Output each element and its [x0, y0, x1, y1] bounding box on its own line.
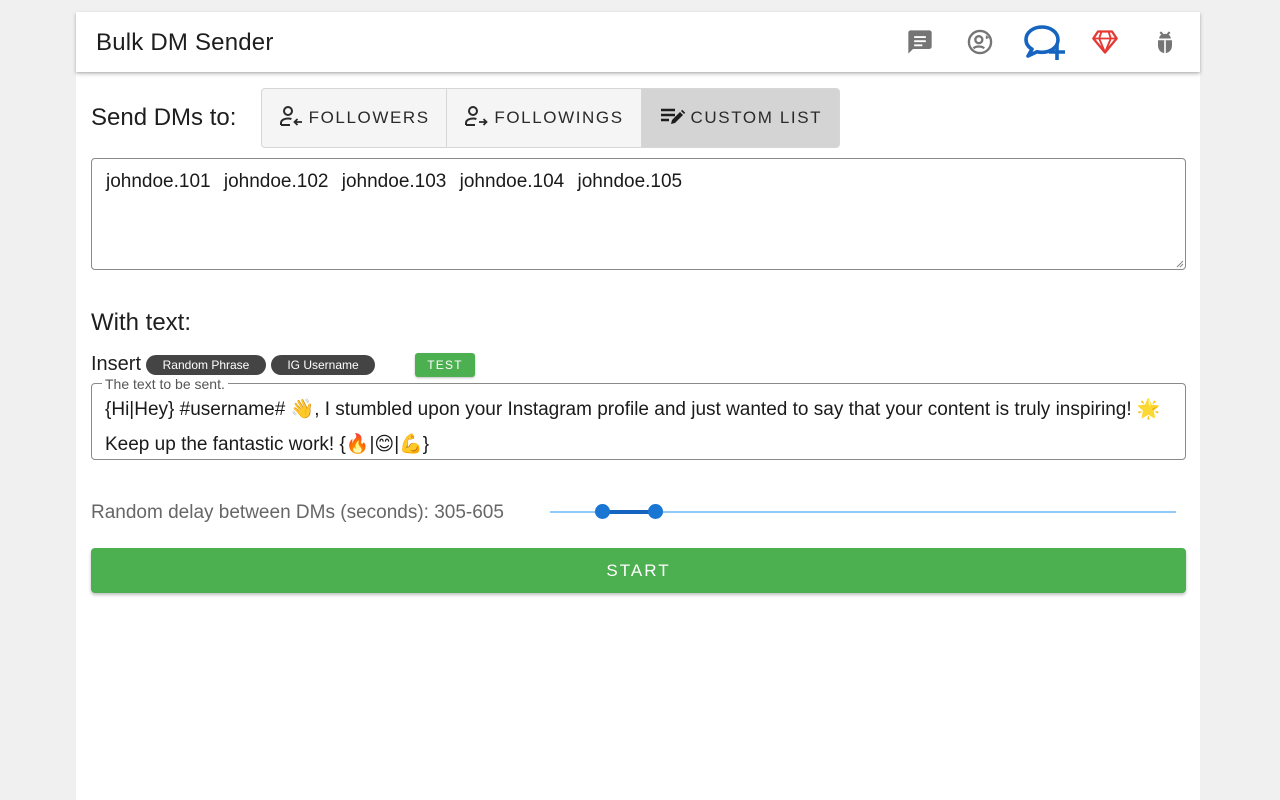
message-plus-icon[interactable]: [1020, 20, 1068, 68]
app-bar: Bulk DM Sender: [76, 12, 1200, 72]
app-title: Bulk DM Sender: [96, 29, 274, 56]
custom-list-input[interactable]: [91, 158, 1186, 270]
resize-grip-icon[interactable]: [1176, 260, 1184, 268]
followings-toggle[interactable]: FOLLOWINGS: [447, 89, 642, 147]
bug-icon[interactable]: [1149, 26, 1181, 58]
followings-label: FOLLOWINGS: [494, 108, 624, 127]
playlist-edit-icon: [659, 104, 687, 133]
account-arrow-right-icon: [464, 104, 490, 133]
custom-list-label: CUSTOM LIST: [690, 108, 823, 127]
account-arrow-left-icon: [279, 104, 305, 133]
start-button[interactable]: START: [91, 548, 1186, 593]
message-field-label: The text to be sent.: [102, 376, 228, 392]
random-phrase-chip[interactable]: Random Phrase: [146, 355, 266, 375]
diamond-icon[interactable]: [1089, 26, 1121, 58]
followers-label: FOLLOWERS: [308, 108, 430, 127]
recipient-toggle-group: FOLLOWERS FOLLOWINGS CUSTOM LIST: [261, 88, 840, 148]
account-sync-icon[interactable]: [964, 26, 996, 58]
slider-thumb-max[interactable]: [647, 504, 663, 519]
slider-thumb-min[interactable]: [594, 504, 610, 519]
insert-label: Insert: [91, 353, 142, 375]
with-text-heading: With text:: [91, 309, 192, 336]
test-button[interactable]: TEST: [415, 353, 475, 377]
delay-range-slider[interactable]: [550, 500, 1176, 524]
delay-label: Random delay between DMs (seconds): 305-…: [91, 502, 504, 523]
ig-username-chip[interactable]: IG Username: [271, 355, 375, 375]
send-to-label: Send DMs to:: [91, 104, 237, 131]
custom-list-toggle[interactable]: CUSTOM LIST: [641, 89, 839, 147]
chat-list-icon[interactable]: [904, 26, 936, 58]
followers-toggle[interactable]: FOLLOWERS: [262, 89, 448, 147]
message-text[interactable]: {Hi|Hey} #username# 👋, I stumbled upon y…: [105, 392, 1165, 462]
